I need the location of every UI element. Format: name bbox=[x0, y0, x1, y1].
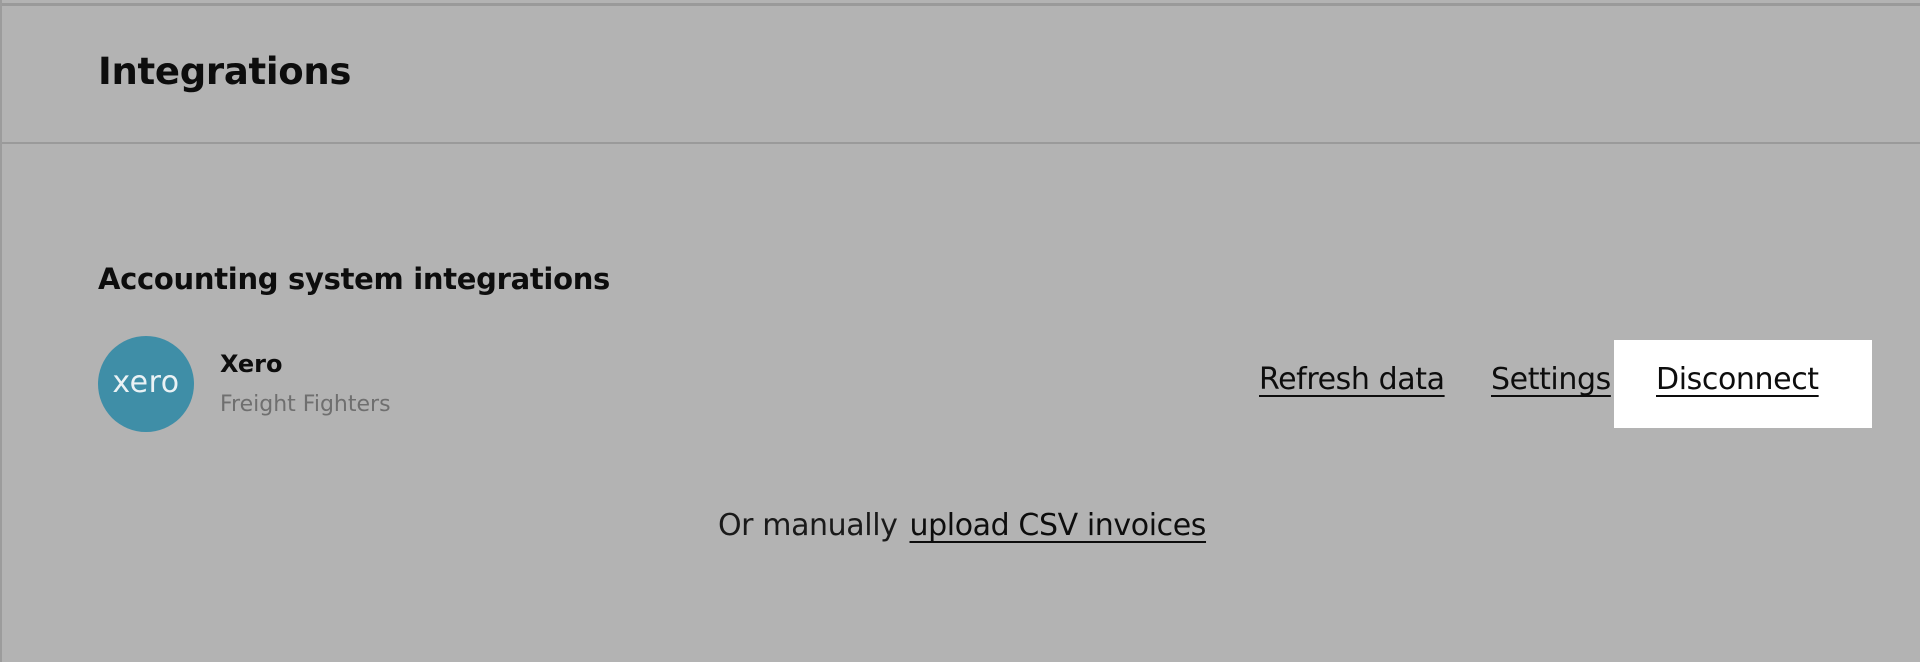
integration-organisation: Freight Fighters bbox=[220, 392, 391, 417]
xero-logo: xero bbox=[98, 336, 194, 432]
xero-integration-row: xero Xero Freight Fighters Refresh data … bbox=[98, 334, 1872, 434]
page-header: Integrations bbox=[2, 6, 1920, 144]
xero-logo-text: xero bbox=[112, 365, 180, 400]
manual-upload-row: Or manually upload CSV invoices bbox=[2, 508, 1920, 543]
settings-link[interactable]: Settings bbox=[1491, 362, 1611, 397]
upload-csv-link[interactable]: upload CSV invoices bbox=[910, 508, 1207, 543]
manual-upload-prefix: Or manually bbox=[717, 508, 898, 543]
accounting-section-title: Accounting system integrations bbox=[98, 262, 610, 296]
disconnect-link[interactable]: Disconnect bbox=[1656, 362, 1819, 397]
refresh-data-link[interactable]: Refresh data bbox=[1259, 362, 1445, 397]
integration-name: Xero bbox=[220, 350, 283, 378]
page-title: Integrations bbox=[98, 50, 352, 93]
integrations-page: Integrations Accounting system integrati… bbox=[0, 0, 1920, 662]
